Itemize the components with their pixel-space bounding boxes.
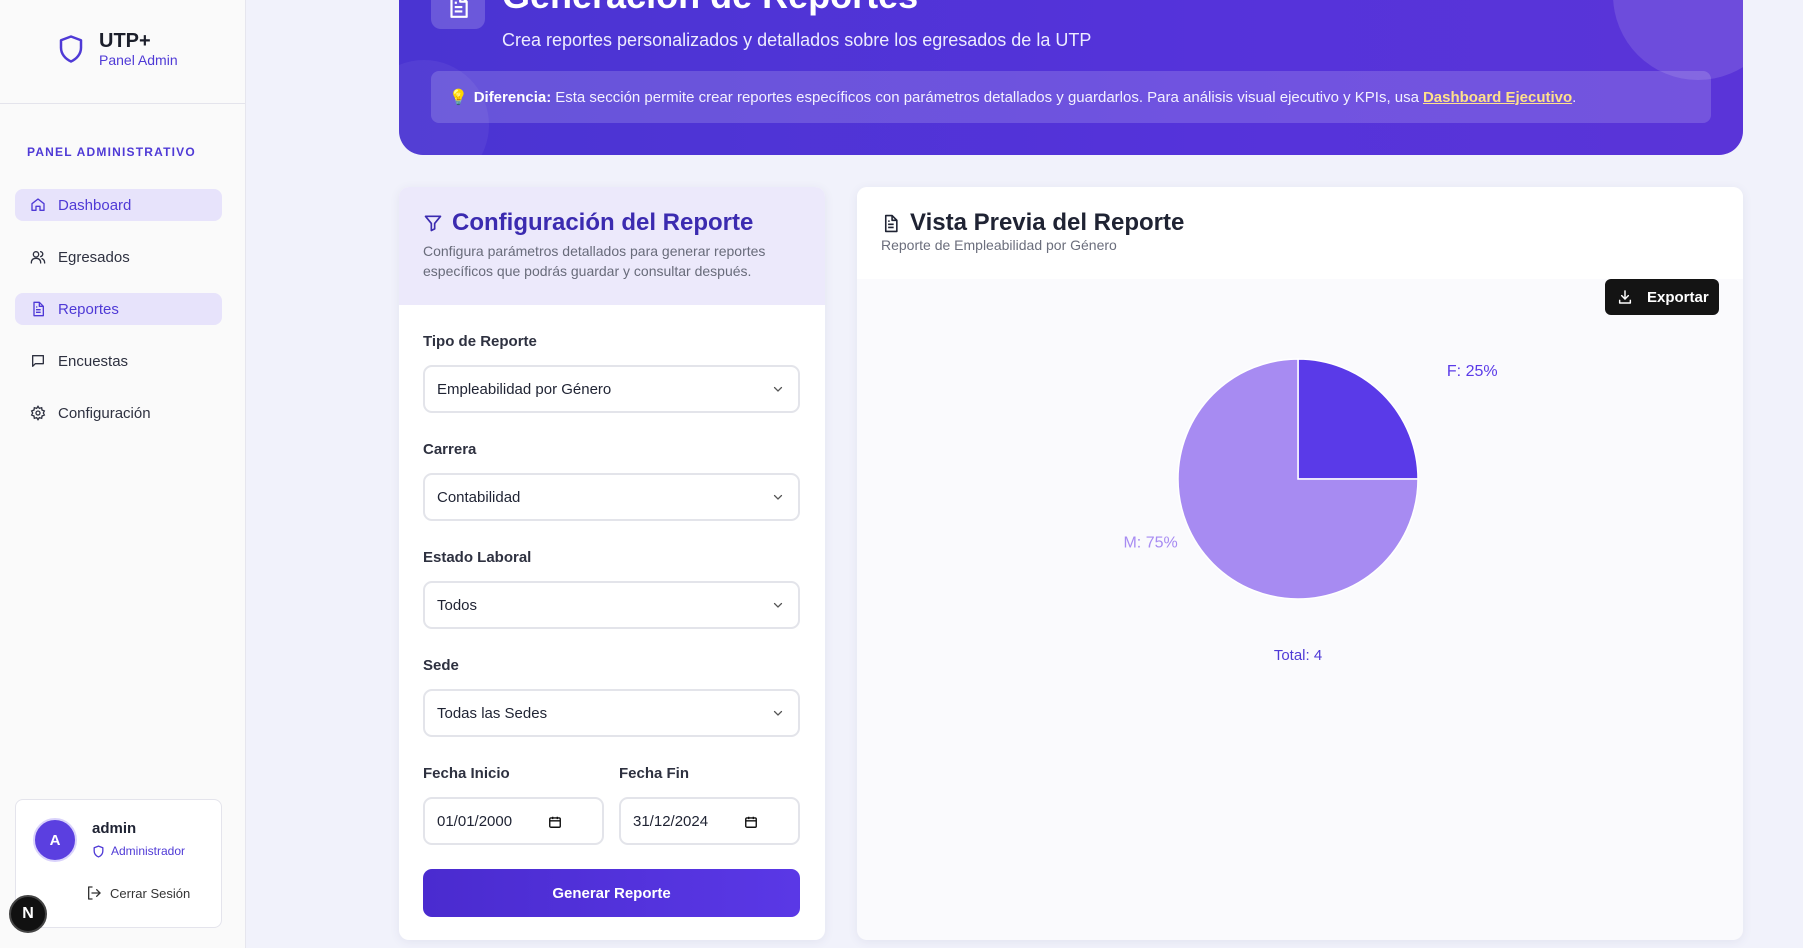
preview-subtitle: Reporte de Empleabilidad por Género (881, 237, 1117, 253)
lightbulb-icon: 💡 (449, 89, 468, 106)
user-role-label: Administrador (111, 844, 186, 858)
fecha-inicio-label: Fecha Inicio (423, 765, 510, 782)
sidebar-item-label: Dashboard (58, 196, 132, 214)
brand: UTP+ Panel Admin (0, 0, 245, 104)
sidebar-item-label: Egresados (58, 248, 130, 266)
gear-icon (30, 405, 46, 421)
message-square-icon (31, 355, 44, 367)
sidebar-item-dashboard[interactable]: Dashboard (15, 189, 222, 221)
home-icon (31, 198, 45, 211)
file-text-icon (33, 301, 44, 317)
file-text-icon (884, 214, 898, 232)
preview-header: Vista Previa del Reporte Reporte de Empl… (857, 187, 1743, 279)
sidebar-item-label: Configuración (58, 404, 151, 422)
users-icon (30, 251, 46, 264)
sede-select[interactable]: Todas las Sedes (423, 689, 800, 737)
report-config-card: Configuración del Reporte Configura pará… (399, 187, 825, 940)
carrera-value: Contabilidad (437, 488, 521, 506)
sidebar-item-encuestas[interactable]: Encuestas (15, 345, 222, 377)
note-suffix: . (1572, 88, 1577, 106)
carrera-select[interactable]: Contabilidad (423, 473, 800, 521)
calendar-icon[interactable] (744, 815, 758, 829)
sidebar-item-egresados[interactable]: Egresados (15, 241, 222, 273)
page-subtitle: Crea reportes personalizados y detallado… (502, 30, 1092, 50)
pie-label-m: M: 75% (1123, 535, 1177, 552)
decorative-circle (1613, 0, 1743, 80)
filter-icon (424, 215, 442, 232)
user-role: Administrador (92, 844, 185, 858)
logout-label: Cerrar Sesión (110, 885, 191, 901)
sidebar-nav: Dashboard Egresados Reportes Encuestas C… (15, 189, 222, 449)
sede-label: Sede (423, 657, 459, 674)
file-text-icon (431, 0, 485, 29)
shield-icon (93, 844, 104, 858)
note-prefix: Diferencia: (473, 88, 552, 106)
chevron-down-icon (773, 710, 783, 716)
logout-button[interactable]: Cerrar Sesión (86, 885, 190, 901)
config-header: Configuración del Reporte Configura pará… (399, 187, 825, 305)
log-out-icon (88, 886, 101, 900)
pie-label-f: F: 25% (1447, 363, 1498, 380)
carrera-label: Carrera (423, 441, 477, 458)
calendar-icon[interactable] (548, 815, 562, 829)
config-title: Configuración del Reporte (423, 209, 753, 237)
brand-title: UTP+ (99, 30, 151, 52)
sede-value: Todas las Sedes (437, 704, 548, 722)
fecha-fin-input[interactable]: 31/12/2024 (619, 797, 800, 845)
avatar: A (33, 818, 77, 862)
chevron-down-icon (773, 386, 783, 392)
pie-total-label: Total: 4 (1274, 647, 1322, 664)
sidebar-item-configuracion[interactable]: Configuración (15, 397, 222, 429)
note-text: Esta sección permite crear reportes espe… (555, 88, 1419, 106)
estado-laboral-value: Todos (437, 596, 478, 614)
sidebar: UTP+ Panel Admin PANEL ADMINISTRATIVO Da… (0, 0, 246, 948)
estado-laboral-select[interactable]: Todos (423, 581, 800, 629)
tipo-reporte-label: Tipo de Reporte (423, 333, 537, 350)
info-note: 💡 Diferencia: Esta sección permite crear… (431, 71, 1711, 123)
preview-title: Vista Previa del Reporte (881, 209, 1184, 237)
preview-title-text: Vista Previa del Reporte (910, 209, 1185, 236)
tipo-reporte-value: Empleabilidad por Género (437, 380, 612, 398)
user-name: admin (92, 820, 137, 837)
sidebar-item-label: Reportes (58, 300, 119, 318)
fecha-fin-value: 31/12/2024 (633, 812, 709, 830)
chevron-down-icon (773, 494, 783, 500)
config-description: Configura parámetros detallados para gen… (423, 243, 766, 279)
fecha-inicio-input[interactable]: 01/01/2000 (423, 797, 604, 845)
chevron-down-icon (773, 602, 783, 608)
pie-slice-f (1297, 358, 1419, 480)
shield-icon (59, 35, 83, 63)
page-title: Generación de Reportes (502, 0, 918, 17)
dashboard-ejecutivo-link[interactable]: Dashboard Ejecutivo (1423, 89, 1572, 106)
page-header: Generación de Reportes Crea reportes per… (399, 0, 1743, 155)
sidebar-item-reportes[interactable]: Reportes (15, 293, 222, 325)
sidebar-section-label: PANEL ADMINISTRATIVO (27, 145, 196, 159)
sidebar-item-label: Encuestas (58, 352, 129, 370)
report-preview-card: Vista Previa del Reporte Reporte de Empl… (857, 187, 1743, 940)
estado-laboral-label: Estado Laboral (423, 549, 532, 566)
fecha-fin-label: Fecha Fin (619, 765, 690, 782)
pie-chart: F: 25% M: 75% Total: 4 (1123, 358, 1498, 664)
dev-tools-badge[interactable]: N (9, 895, 47, 933)
fecha-inicio-value: 01/01/2000 (437, 812, 513, 830)
tipo-reporte-select[interactable]: Empleabilidad por Género (423, 365, 800, 413)
brand-subtitle: Panel Admin (99, 52, 178, 68)
config-title-text: Configuración del Reporte (452, 209, 754, 236)
generate-report-button[interactable]: Generar Reporte (423, 869, 800, 917)
